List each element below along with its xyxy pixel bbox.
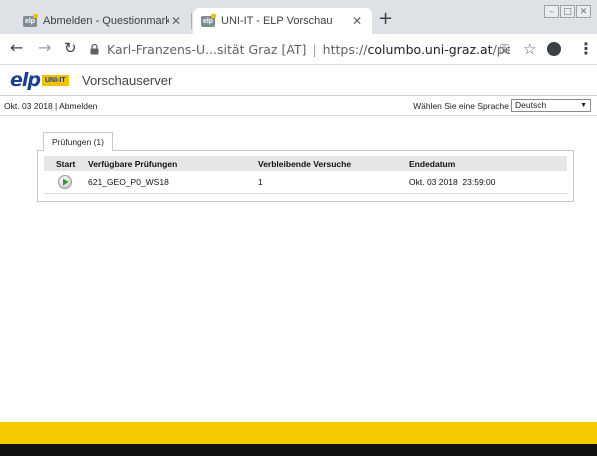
site-identity: Karl-Franzens-U...sität Graz [AT] — [107, 41, 307, 57]
page-header: elp UNI-IT Vorschauserver — [0, 65, 597, 96]
browser-tab-elp-vorschau[interactable]: elp UNI-IT - ELP Vorschau ✕ — [193, 8, 372, 34]
maximize-icon[interactable]: □ — [560, 5, 575, 18]
key-icon[interactable]: ⚿ — [500, 42, 509, 57]
tab-divider — [191, 13, 192, 29]
elp-favicon-icon: elp — [23, 13, 38, 27]
table-header: Start Verfügbare Prüfungen Verbleibende … — [44, 156, 567, 171]
exams-table: Start Verfügbare Prüfungen Verbleibende … — [44, 156, 567, 194]
end-date: Okt. 03 2018 23:59:00 — [409, 177, 496, 187]
address-bar[interactable]: Karl-Franzens-U...sität Graz [AT] | http… — [90, 38, 510, 60]
lock-icon — [90, 43, 99, 55]
remaining-attempts: 1 — [258, 177, 263, 187]
tab-title: Abmelden - Questionmark — [43, 15, 169, 27]
tab-pruefungen[interactable]: Prüfungen (1) — [43, 132, 113, 151]
panel-content: Start Verfügbare Prüfungen Verbleibende … — [37, 150, 574, 202]
column-header-attempts: Verbleibende Versuche — [258, 158, 352, 169]
footer-black-bar — [0, 444, 597, 456]
elp-logo[interactable]: elp UNI-IT — [10, 70, 69, 90]
dropdown-arrow-icon: ▼ — [580, 102, 587, 109]
play-icon[interactable] — [58, 175, 72, 189]
close-icon[interactable]: ✕ — [350, 14, 364, 28]
footer-yellow-bar — [0, 422, 597, 444]
omnibox-separator: | — [312, 41, 317, 57]
star-icon[interactable]: ☆ — [523, 40, 536, 58]
minimize-icon[interactable]: – — [544, 5, 559, 18]
exam-name: 621_GEO_P0_WS18 — [88, 177, 169, 187]
language-select[interactable]: Deutsch ▼ — [511, 99, 591, 112]
url-host: columbo.uni-graz.at — [367, 41, 493, 57]
date-logout-link[interactable]: Okt. 03 2018 | Abmelden — [4, 101, 97, 111]
tab-title: UNI-IT - ELP Vorschau — [221, 15, 333, 27]
reload-icon[interactable]: ↻ — [64, 40, 77, 56]
url-prefix: https:// — [322, 41, 368, 57]
account-icon[interactable] — [547, 42, 561, 56]
logo-text: elp — [10, 69, 41, 91]
menu-dots-icon[interactable]: ⋮ — [578, 39, 594, 58]
info-bar: Okt. 03 2018 | Abmelden Wählen Sie eine … — [0, 97, 597, 116]
forward-arrow-icon[interactable]: → — [38, 40, 51, 56]
logo-badge: UNI-IT — [42, 75, 69, 86]
browser-tabbar: elp Abmelden - Questionmark ✕ elp UNI-IT… — [0, 0, 597, 34]
language-label: Wählen Sie eine Sprache — [413, 101, 509, 111]
window-controls: – □ ✕ — [543, 5, 591, 18]
table-row: 621_GEO_P0_WS18 1 Okt. 03 2018 23:59:00 — [44, 171, 567, 194]
exams-panel: Prüfungen (1) Start Verfügbare Prüfungen… — [37, 132, 574, 202]
back-arrow-icon[interactable]: ← — [10, 40, 23, 56]
browser-tab-questionmark[interactable]: elp Abmelden - Questionmark ✕ — [15, 8, 191, 34]
page-title: Vorschauserver — [82, 73, 173, 88]
column-header-exams: Verfügbare Prüfungen — [88, 158, 178, 169]
close-icon[interactable]: ✕ — [169, 14, 183, 28]
column-header-end-date: Endedatum — [409, 158, 456, 169]
start-cell — [44, 175, 88, 189]
column-header-start: Start — [56, 158, 76, 169]
window-close-icon[interactable]: ✕ — [576, 5, 591, 18]
new-tab-button[interactable]: + — [378, 10, 393, 28]
browser-toolbar: ← → ↻ Karl-Franzens-U...sität Graz [AT] … — [0, 34, 597, 65]
language-value: Deutsch — [515, 100, 547, 110]
elp-favicon-icon: elp — [201, 13, 216, 27]
